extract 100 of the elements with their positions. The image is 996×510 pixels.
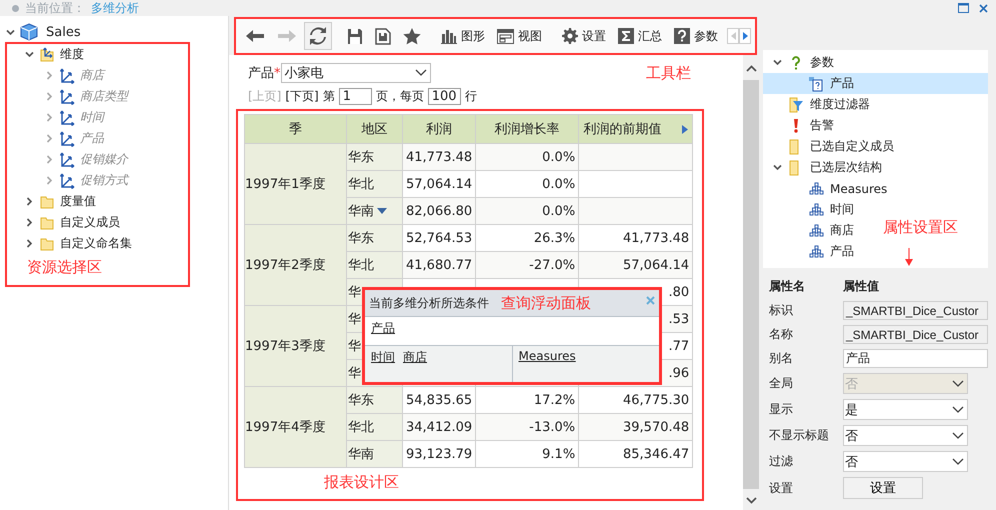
tree-item[interactable]: 商店 — [80, 67, 104, 84]
chevron-down-icon[interactable] — [773, 163, 782, 172]
tree-item[interactable]: 维度过滤器 — [763, 94, 870, 115]
folder-axes-icon — [39, 46, 55, 62]
tree-item[interactable]: 促销方式 — [80, 172, 128, 189]
caret-down-icon[interactable] — [377, 208, 387, 214]
arrow-down-icon — [905, 248, 913, 266]
chevron-down-icon[interactable] — [746, 497, 756, 504]
chevron-right-icon[interactable] — [25, 197, 34, 206]
triangle-right-icon — [742, 32, 748, 40]
params-button[interactable]: 参数 — [669, 22, 723, 50]
settings-button[interactable]: 设置 — [557, 22, 611, 50]
table-cell: 93,123.79 — [402, 440, 476, 468]
column-header[interactable]: 利润增长率 — [476, 114, 579, 144]
tree-item[interactable]: 维度 — [60, 46, 84, 63]
property-name: 显示 — [769, 401, 794, 418]
property-name: 设置 — [769, 480, 794, 496]
tree-item[interactable]: 告警 — [763, 115, 834, 136]
hierarchy-icon — [808, 182, 824, 195]
column-field-chip[interactable]: Measures — [518, 349, 576, 363]
sum-button[interactable]: 汇总 — [613, 22, 667, 50]
sigma-icon — [618, 28, 634, 44]
column-header[interactable]: 季 — [244, 114, 346, 144]
axes-icon — [59, 152, 75, 168]
tree-item[interactable]: 已选层次结构 — [763, 157, 882, 178]
cube-icon — [20, 23, 38, 41]
exclamation-icon — [792, 118, 800, 134]
table-cell: 华东 — [346, 144, 402, 170]
tree-item[interactable]: 自定义成员 — [60, 214, 120, 231]
property-name: 全局 — [769, 375, 794, 392]
input-field[interactable]: 产品 — [843, 349, 988, 368]
property-name: 过滤 — [769, 453, 794, 470]
table-cell: 1997年1季度 — [244, 144, 346, 224]
property-name: 不显示标题 — [769, 427, 830, 444]
triangle-right-icon[interactable] — [682, 124, 688, 134]
triangle-left-icon — [730, 32, 736, 40]
column-header[interactable]: 利润 — [402, 114, 476, 144]
table-cell: -27.0% — [476, 252, 579, 278]
status-dot — [12, 4, 19, 12]
tree-item[interactable]: 促销媒介 — [80, 151, 128, 168]
folder-icon — [39, 194, 55, 210]
view-button[interactable]: 视图 — [492, 22, 547, 50]
select-field[interactable]: 否 — [843, 425, 968, 446]
chevron-down-icon[interactable] — [773, 58, 782, 67]
layout-icon — [497, 28, 514, 44]
page-size-input[interactable]: 100 — [428, 88, 461, 104]
close-icon[interactable] — [979, 4, 988, 12]
table-cell: 0.0% — [476, 198, 579, 224]
table-cell: 华北 — [346, 170, 402, 198]
page-input[interactable]: 1 — [338, 88, 372, 104]
arrow-left-icon — [245, 29, 265, 43]
parameter-icon — [808, 76, 824, 92]
select-field[interactable]: 是 — [843, 399, 968, 420]
table-cell: 1997年3季度 — [244, 306, 346, 386]
input-field[interactable]: _SMARTBI_Dice_Custor — [843, 325, 988, 344]
tree-item[interactable]: Sales — [46, 24, 81, 40]
tree-item[interactable]: 产品 — [763, 73, 988, 94]
settings-button[interactable]: 设置 — [843, 477, 923, 499]
chevron-down-icon[interactable] — [414, 69, 426, 77]
table-cell: 85,346.47 — [578, 440, 693, 468]
chevron-down-icon[interactable] — [952, 458, 964, 466]
maximize-icon[interactable] — [958, 3, 969, 13]
chevron-right-icon[interactable] — [25, 239, 34, 248]
row-field-chip[interactable]: 商店 — [403, 349, 427, 366]
chart-button[interactable]: 图形 — [436, 22, 490, 50]
arrow-right-icon — [277, 29, 297, 43]
chevron-down-icon[interactable] — [25, 50, 34, 59]
select-field[interactable]: 否 — [843, 451, 968, 472]
bar-chart-icon — [441, 28, 457, 44]
chevron-down-icon[interactable] — [952, 406, 964, 414]
tree-item[interactable]: Measures — [763, 178, 888, 199]
chevron-up-icon[interactable] — [746, 65, 756, 72]
product-select[interactable]: 小家电 — [280, 63, 430, 83]
table-cell: 华东 — [346, 386, 402, 414]
tree-item[interactable]: 商店类型 — [80, 88, 128, 105]
next-page-link[interactable]: [下页] — [285, 88, 319, 104]
field-label: 产品* — [248, 65, 280, 82]
hierarchy-icon — [808, 224, 824, 237]
column-header[interactable]: 利润的前期值 — [578, 114, 693, 144]
chevron-down-icon[interactable] — [6, 28, 15, 36]
chevron-right-icon[interactable] — [25, 218, 34, 227]
tree-item[interactable]: 商店 — [763, 220, 854, 241]
tree-item[interactable]: 时间 — [80, 109, 104, 126]
tree-item[interactable]: 产品 — [763, 241, 854, 262]
tree-item[interactable]: 参数 — [763, 52, 834, 73]
property-name: 名称 — [769, 326, 794, 343]
filter-chip[interactable]: 产品 — [371, 321, 395, 335]
table-cell: 0.0% — [476, 144, 579, 170]
column-header: 属性值 — [843, 278, 880, 295]
tree-item[interactable]: 已选自定义成员 — [763, 136, 894, 157]
tree-item[interactable]: 产品 — [80, 130, 104, 147]
tree-item[interactable]: 自定义命名集 — [60, 235, 132, 252]
refresh-button[interactable] — [304, 22, 332, 50]
column-header: 属性名 — [769, 278, 806, 295]
tree-item[interactable]: 度量值 — [60, 193, 96, 210]
input-field[interactable]: _SMARTBI_Dice_Custor — [843, 301, 988, 320]
column-header[interactable]: 地区 — [346, 114, 402, 144]
chevron-down-icon[interactable] — [952, 432, 964, 440]
tree-item[interactable]: 时间 — [763, 199, 854, 220]
scroll-right-button[interactable] — [739, 28, 751, 44]
